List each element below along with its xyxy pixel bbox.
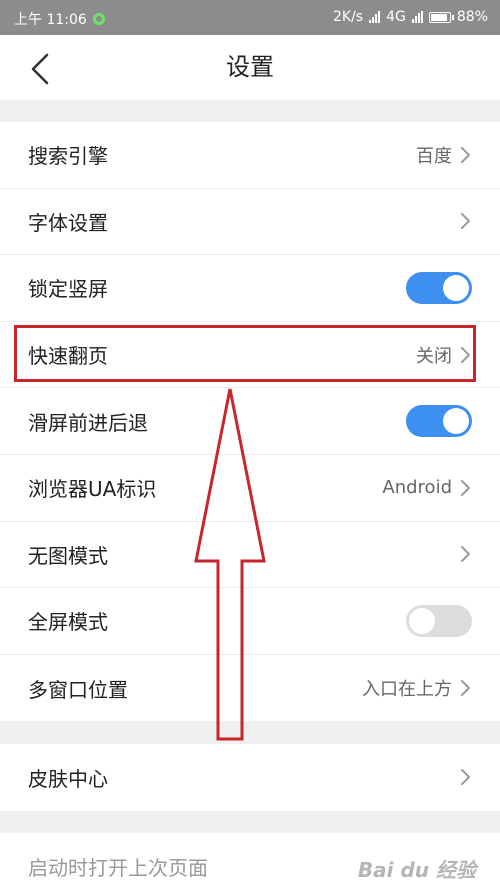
wifi-signal-icon [411, 11, 423, 23]
setting-toggle-wrap [406, 588, 472, 654]
setting-label: 锁定竖屏 [28, 277, 108, 302]
toggle-switch[interactable] [406, 604, 472, 637]
setting-label: 皮肤中心 [28, 766, 108, 791]
setting-toggle-wrap [406, 255, 472, 321]
network-type: 4G [386, 9, 406, 25]
chevron-right-icon [461, 546, 470, 563]
setting-value: 百度 [416, 145, 452, 167]
status-right: 2K/s 4G 88% [333, 9, 488, 25]
settings-group-main: 搜索引擎 百度字体设置锁定竖屏快速翻页 关闭滑屏前进后退 浏览器UA标识 Android… [0, 122, 500, 722]
setting-value: 关闭 [416, 345, 452, 367]
setting-label: 启动时打开上次页面 [28, 855, 208, 880]
toggle-knob [443, 274, 469, 301]
status-left: 上午 11:06 [14, 9, 105, 29]
toggle-knob [443, 408, 469, 435]
chevron-right-icon [461, 479, 470, 496]
chevron-right-icon [461, 680, 470, 697]
setting-row[interactable]: 皮肤中心 [0, 744, 500, 811]
setting-value-wrap [452, 522, 472, 588]
setting-row[interactable]: 搜索引擎 百度 [0, 122, 500, 189]
toggle-knob [409, 607, 435, 634]
setting-label: 无图模式 [28, 543, 108, 568]
setting-row[interactable]: 滑屏前进后退 [0, 388, 500, 455]
setting-label: 浏览器UA标识 [28, 477, 157, 502]
setting-label: 全屏模式 [28, 610, 108, 635]
page-title: 设置 [226, 53, 274, 81]
settings-group-skin: 皮肤中心 [0, 744, 500, 811]
battery-icon [428, 11, 454, 23]
setting-label: 字体设置 [28, 210, 108, 235]
setting-label: 快速翻页 [28, 344, 108, 369]
signal-icon [369, 11, 381, 23]
net-speed: 2K/s [333, 9, 364, 25]
setting-value-wrap: Android [382, 455, 472, 521]
setting-label: 搜索引擎 [28, 144, 108, 169]
chevron-right-icon [461, 346, 470, 363]
setting-label: 多窗口位置 [28, 677, 128, 702]
setting-value: 入口在上方 [362, 679, 452, 701]
wechat-notification-icon [92, 13, 105, 25]
nav-bar: 设置 [0, 35, 500, 100]
chevron-right-icon [461, 769, 470, 786]
toggle-switch[interactable] [406, 271, 472, 304]
setting-value: Android [382, 477, 452, 499]
setting-row[interactable]: 浏览器UA标识 Android [0, 455, 500, 522]
setting-value-wrap [452, 744, 472, 811]
chevron-right-icon [461, 213, 470, 230]
setting-label: 滑屏前进后退 [28, 410, 148, 435]
back-button[interactable] [20, 49, 60, 89]
setting-value-wrap: 百度 [416, 122, 472, 188]
setting-row[interactable]: 全屏模式 [0, 588, 500, 655]
toggle-switch[interactable] [406, 405, 472, 438]
setting-value-wrap [452, 189, 472, 255]
setting-row[interactable]: 多窗口位置 入口在上方 [0, 655, 500, 722]
setting-row[interactable]: 锁定竖屏 [0, 255, 500, 322]
setting-row[interactable]: 快速翻页 关闭 [0, 322, 500, 389]
battery-level: 88% [456, 9, 488, 25]
chevron-right-icon [461, 146, 470, 163]
setting-toggle-wrap [406, 388, 472, 454]
setting-row[interactable]: 字体设置 [0, 189, 500, 256]
status-bar: 上午 11:06 2K/s 4G 88% [0, 0, 500, 35]
setting-row[interactable]: 无图模式 [0, 522, 500, 589]
watermark: Bai du 经验 [357, 858, 476, 882]
status-time: 上午 11:06 [14, 12, 87, 28]
setting-value-wrap: 入口在上方 [362, 655, 472, 722]
setting-value-wrap: 关闭 [416, 322, 472, 388]
chevron-left-icon [31, 53, 49, 85]
